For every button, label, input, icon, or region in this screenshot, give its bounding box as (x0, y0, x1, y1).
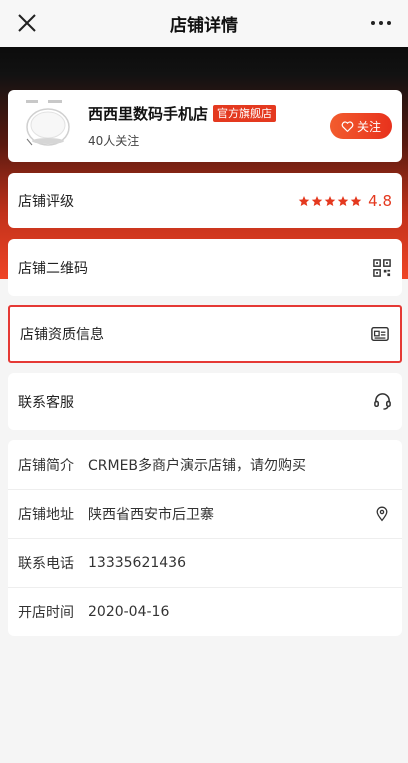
store-qualification-row[interactable]: 店铺资质信息 (8, 305, 402, 363)
customer-service-label: 联系客服 (18, 394, 74, 411)
store-qrcode-row[interactable]: 店铺二维码 (8, 239, 402, 296)
star-icon (324, 195, 336, 206)
store-card: 西西里数码手机店 官方旗舰店 40人关注 关注 (8, 90, 402, 162)
intro-key: 店铺简介 (18, 457, 74, 474)
close-icon[interactable] (14, 10, 40, 36)
store-rating-row: 店铺评级 4.8 (8, 173, 402, 228)
heart-icon (341, 120, 354, 132)
address-key: 店铺地址 (18, 507, 74, 523)
qualification-label: 店铺资质信息 (20, 327, 104, 343)
store-intro-row: 店铺简介 CRMEB多商户演示店铺，请勿购买 (8, 440, 402, 489)
rating-stars (298, 195, 362, 207)
more-dots-icon[interactable] (368, 12, 394, 34)
id-card-icon (370, 324, 390, 344)
location-pin-icon[interactable] (372, 504, 392, 524)
store-opened-row: 开店时间 2020-04-16 (8, 587, 402, 636)
store-logo (18, 97, 78, 155)
qrcode-icon (372, 258, 392, 278)
qrcode-label: 店铺二维码 (18, 260, 88, 277)
headset-icon (372, 392, 392, 412)
address-value: 陕西省西安市后卫寨 (88, 507, 214, 523)
rating-display: 4.8 (298, 192, 392, 210)
store-name: 西西里数码手机店 (88, 105, 209, 123)
opened-key: 开店时间 (18, 605, 74, 621)
flagship-badge: 官方旗舰店 (213, 105, 277, 122)
rating-label: 店铺评级 (18, 193, 74, 210)
opened-value: 2020-04-16 (88, 604, 170, 620)
store-address-row[interactable]: 店铺地址 陕西省西安市后卫寨 (8, 489, 402, 538)
store-name-row: 西西里数码手机店 官方旗舰店 (88, 103, 330, 124)
star-icon (298, 195, 310, 206)
follow-label: 关注 (356, 119, 381, 134)
store-info-card: 店铺简介 CRMEB多商户演示店铺，请勿购买 店铺地址 陕西省西安市后卫寨 联系… (8, 440, 402, 636)
rating-value: 4.8 (368, 191, 392, 210)
phone-value[interactable]: 13335621436 (88, 555, 392, 571)
follower-count: 40人关注 (88, 134, 140, 148)
page-title: 店铺详情 (170, 16, 238, 36)
store-info: 西西里数码手机店 官方旗舰店 40人关注 (88, 103, 330, 149)
customer-service-row[interactable]: 联系客服 (8, 373, 402, 430)
star-icon (311, 195, 323, 206)
intro-value: CRMEB多商户演示店铺，请勿购买 (88, 457, 307, 474)
top-navigation-bar: 店铺详情 (0, 0, 408, 47)
follow-button[interactable]: 关注 (330, 113, 392, 139)
phone-key: 联系电话 (18, 556, 74, 572)
star-icon (350, 195, 362, 206)
store-phone-row[interactable]: 联系电话 13335621436 (8, 538, 402, 587)
star-icon (337, 195, 349, 206)
